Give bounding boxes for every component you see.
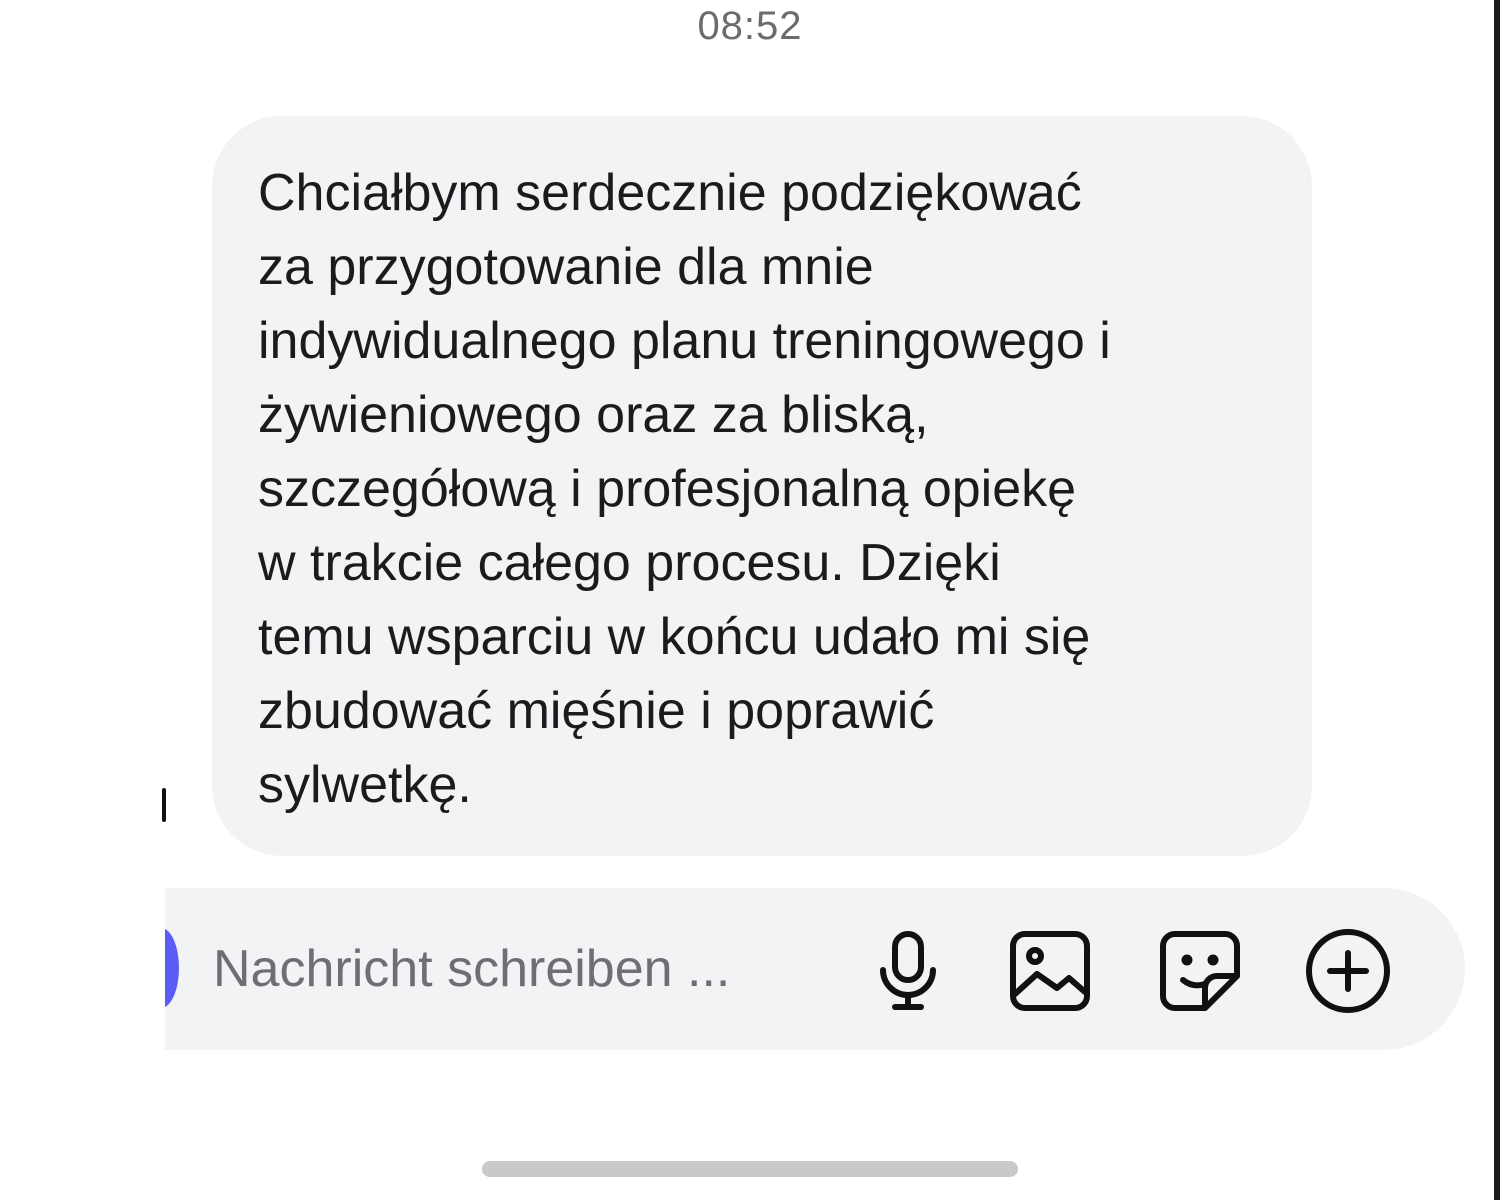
screen-edge bbox=[1494, 0, 1500, 1200]
plus-circle-icon[interactable] bbox=[1303, 926, 1393, 1016]
home-indicator[interactable] bbox=[482, 1161, 1018, 1177]
microphone-icon[interactable] bbox=[863, 926, 953, 1016]
edge-mark bbox=[162, 788, 166, 822]
message-composer[interactable]: Nachricht schreiben ... bbox=[165, 888, 1465, 1050]
message-input[interactable]: Nachricht schreiben ... bbox=[213, 936, 730, 1002]
avatar[interactable] bbox=[165, 928, 179, 1008]
message-text: Chciałbym serdecznie podziękować za przy… bbox=[258, 164, 1111, 814]
chat-screen: 08:52 Chciałbym serdecznie podziękować z… bbox=[0, 0, 1500, 1200]
message-bubble[interactable]: Chciałbym serdecznie podziękować za przy… bbox=[212, 116, 1312, 856]
image-icon[interactable] bbox=[1005, 926, 1095, 1016]
message-timestamp: 08:52 bbox=[697, 4, 803, 48]
sticker-icon[interactable] bbox=[1155, 926, 1245, 1016]
